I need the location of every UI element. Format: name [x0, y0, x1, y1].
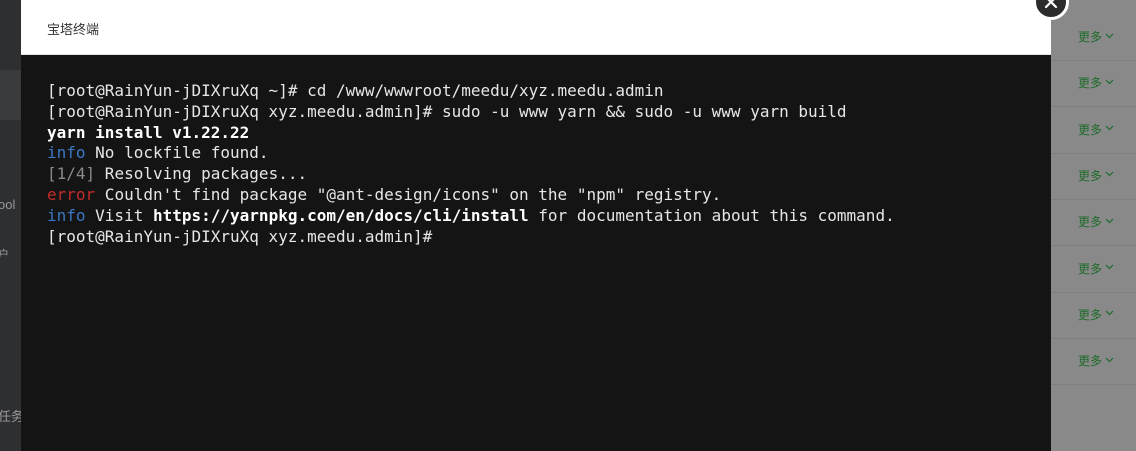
terminal-line: [root@RainYun-jDIXruXq ~]# cd /www/wwwro… — [47, 81, 895, 102]
more-link-label: 更多 — [1078, 307, 1103, 322]
sidebar-item-label[interactable]: ool — [0, 197, 15, 212]
terminal-text-segment: [1/4] — [47, 164, 96, 184]
more-link-label: 更多 — [1078, 122, 1103, 137]
more-link-label: 更多 — [1078, 354, 1103, 369]
table-row-divider — [1051, 106, 1136, 108]
table-row-divider — [1051, 60, 1136, 61]
terminal-text-segment: info — [47, 143, 86, 163]
table-row-divider — [1051, 198, 1136, 200]
terminal-line: info Visit https://yarnpkg.com/en/docs/c… — [47, 206, 895, 227]
background-sidebar: ool 户 任务 — [0, 0, 24, 451]
terminal-text-segment: [root@RainYun-jDIXruXq ~]# cd /www/wwwro… — [47, 81, 664, 100]
terminal-text-segment: [root@RainYun-jDIXruXq xyz.meedu.admin]#… — [47, 101, 847, 121]
terminal-line: [root@RainYun-jDIXruXq xyz.meedu.admin]#… — [47, 102, 895, 123]
more-actions-link[interactable]: 更多 — [1078, 352, 1114, 369]
table-row-divider — [1051, 245, 1136, 247]
terminal-text-segment: [root@RainYun-jDIXruXq xyz.meedu.admin]# — [47, 226, 433, 246]
terminal-text-segment: error — [47, 184, 96, 204]
modal-title: 宝塔终端 — [47, 22, 100, 37]
sidebar-active-item[interactable] — [0, 70, 21, 120]
more-link-label: 更多 — [1078, 215, 1103, 230]
more-link-label: 更多 — [1078, 30, 1103, 44]
terminal-text-segment: https://yarnpkg.com/en/docs/cli/install — [152, 205, 529, 225]
chevron-down-icon — [1105, 168, 1114, 180]
more-actions-link[interactable]: 更多 — [1078, 121, 1114, 138]
chevron-down-icon — [1105, 261, 1114, 273]
chevron-down-icon — [1105, 122, 1114, 134]
more-actions-link[interactable]: 更多 — [1078, 167, 1114, 184]
more-actions-link[interactable]: 更多 — [1078, 306, 1114, 323]
terminal-text-segment: for documentation about this command. — [528, 205, 895, 225]
terminal-line: info No lockfile found. — [47, 143, 895, 164]
terminal-line: yarn install v1.22.22 — [47, 123, 895, 144]
terminal-output: [root@RainYun-jDIXruXq ~]# cd /www/wwwro… — [47, 81, 895, 247]
terminal-line: [1/4] Resolving packages... — [47, 164, 895, 185]
terminal-text-segment: No lockfile found. — [85, 143, 269, 163]
more-link-label: 更多 — [1078, 76, 1103, 91]
terminal-line: [root@RainYun-jDIXruXq xyz.meedu.admin]# — [47, 227, 895, 248]
terminal-screen[interactable]: [root@RainYun-jDIXruXq ~]# cd /www/wwwro… — [21, 56, 1051, 451]
background-table-actions-column: 更多 更多 更多 更多 更多 更多 更多 更多 — [1051, 0, 1136, 451]
modal-header: 宝塔终端 — [21, 0, 1051, 55]
table-row-divider — [1051, 291, 1136, 293]
sidebar-item-label[interactable]: 户 — [0, 246, 9, 262]
terminal-text-segment: info — [47, 205, 86, 225]
chevron-down-icon — [1105, 76, 1114, 88]
table-row-divider — [1051, 152, 1136, 154]
terminal-line: error Couldn't find package "@ant-design… — [47, 185, 895, 206]
more-actions-link[interactable]: 更多 — [1078, 28, 1114, 45]
more-actions-link[interactable]: 更多 — [1078, 260, 1114, 277]
table-row-divider — [1051, 337, 1136, 339]
chevron-down-icon — [1105, 354, 1114, 366]
more-actions-link[interactable]: 更多 — [1078, 74, 1114, 91]
more-link-label: 更多 — [1078, 168, 1103, 183]
terminal-text-segment: Resolving packages... — [95, 164, 308, 184]
close-icon — [1044, 0, 1058, 9]
terminal-text-segment: Couldn't find package "@ant-design/icons… — [95, 184, 722, 204]
more-link-label: 更多 — [1078, 261, 1103, 276]
chevron-down-icon — [1105, 215, 1114, 227]
more-actions-link[interactable]: 更多 — [1078, 213, 1114, 230]
chevron-down-icon — [1105, 307, 1114, 319]
table-row-divider — [1051, 384, 1136, 386]
terminal-text-segment: Visit — [85, 205, 153, 225]
terminal-modal: 宝塔终端 [root@RainYun-jDIXruXq ~]# cd /www/… — [21, 0, 1051, 451]
terminal-text-segment: yarn install v1.22.22 — [47, 122, 250, 142]
chevron-down-icon — [1105, 30, 1114, 42]
